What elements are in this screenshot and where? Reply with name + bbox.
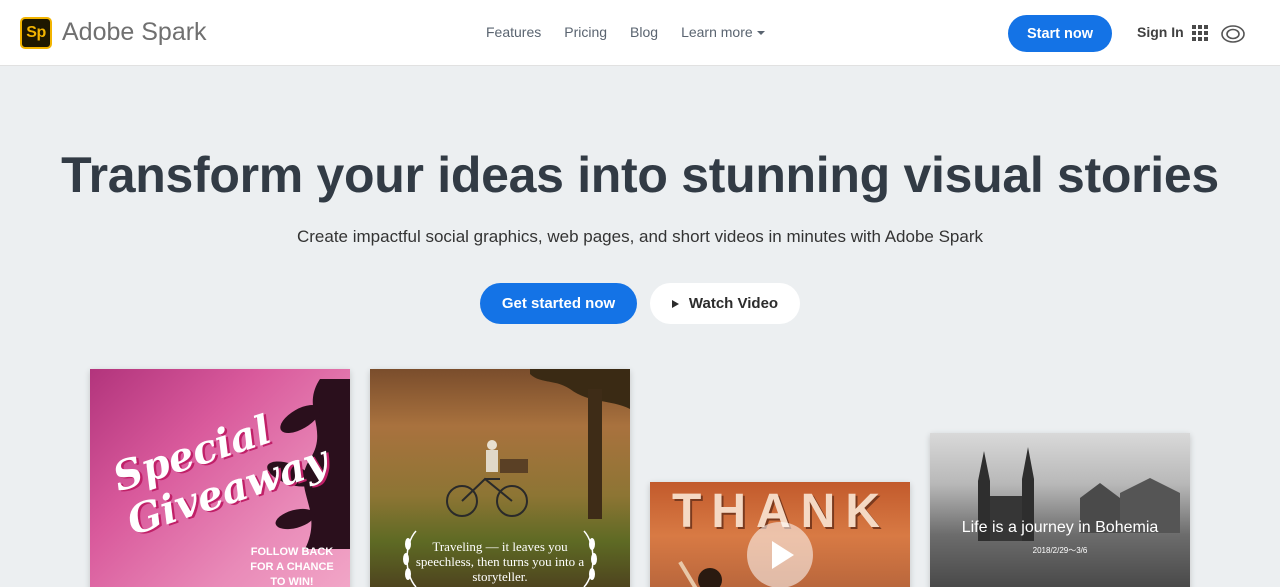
example-card-giveaway[interactable]: Special Giveaway FOLLOW BACK FOR A CHANC…	[90, 369, 350, 587]
top-navigation-bar: Sp Adobe Spark Features Pricing Blog Lea…	[0, 0, 1280, 66]
nav-learn-more[interactable]: Learn more	[681, 24, 765, 40]
nav-learn-more-label: Learn more	[681, 24, 753, 40]
video-play-button[interactable]	[747, 522, 813, 587]
nav-blog[interactable]: Blog	[630, 24, 658, 40]
tree-decoration	[530, 369, 630, 519]
start-now-button[interactable]: Start now	[1008, 15, 1112, 52]
play-icon	[671, 299, 679, 308]
bohemia-title: Life is a journey in Bohemia	[961, 519, 1159, 536]
nav-features[interactable]: Features	[486, 24, 541, 40]
get-started-button[interactable]: Get started now	[480, 283, 637, 324]
traveling-quote: Traveling — it leaves you speechless, th…	[415, 539, 585, 584]
example-card-traveling[interactable]: Traveling — it leaves you speechless, th…	[370, 369, 630, 587]
watch-video-button[interactable]: Watch Video	[650, 283, 800, 324]
sign-in-link[interactable]: Sign In	[1137, 24, 1184, 40]
hero-headline: Transform your ideas into stunning visua…	[61, 147, 1219, 203]
brand-name[interactable]: Adobe Spark	[62, 18, 207, 47]
chevron-down-icon	[756, 31, 765, 36]
giveaway-caption: FOLLOW BACK FOR A CHANCE TO WIN!	[250, 546, 334, 587]
watch-video-label: Watch Video	[688, 295, 779, 312]
cyclist-illustration	[446, 440, 528, 517]
apps-grid-icon[interactable]	[1192, 25, 1208, 41]
example-card-thank-video[interactable]: THANK	[650, 482, 910, 587]
example-card-bohemia[interactable]: Life is a journey in Bohemia 2018/2/29〜3…	[930, 433, 1190, 587]
hero-subheading: Create impactful social graphics, web pa…	[296, 227, 984, 246]
main-nav: Features Pricing Blog Learn more	[486, 24, 788, 40]
adobe-spark-logo[interactable]: Sp	[20, 17, 52, 49]
child-figure-decoration	[678, 560, 722, 587]
bohemia-date: 2018/2/29〜3/6	[1032, 546, 1088, 555]
play-icon	[772, 541, 794, 569]
nav-pricing[interactable]: Pricing	[564, 24, 607, 40]
creative-cloud-icon[interactable]	[1220, 22, 1246, 44]
